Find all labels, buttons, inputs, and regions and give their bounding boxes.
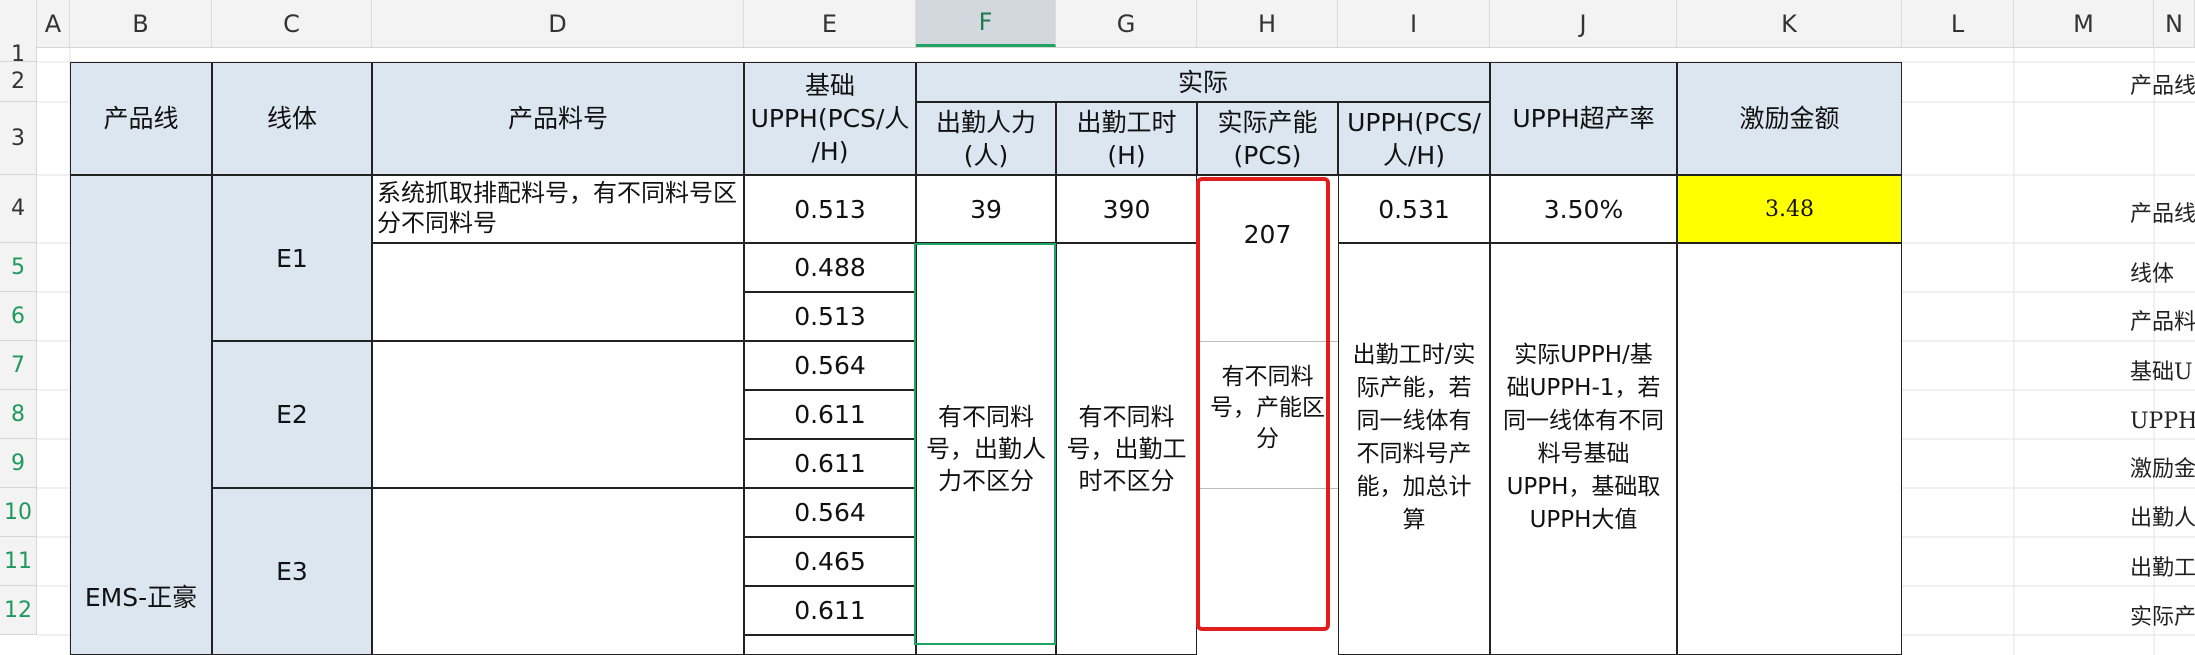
base-upph-value[interactable]: 0.611 — [744, 586, 916, 635]
base-upph-value[interactable]: 0.564 — [744, 488, 916, 537]
line-cell-e1[interactable]: E1 — [212, 175, 372, 341]
right-label[interactable]: 实际产 — [2130, 599, 2195, 631]
column-header-g[interactable]: G — [1056, 0, 1197, 47]
header-attend-staff[interactable]: 出勤人力 (人) — [916, 102, 1056, 175]
right-label[interactable]: 出勤工 — [2130, 550, 2195, 582]
header-incentive[interactable]: 激励金额 — [1677, 62, 1902, 175]
column-header-l[interactable]: L — [1902, 0, 2014, 47]
header-line-body[interactable]: 线体 — [212, 62, 372, 175]
column-header-f[interactable]: F — [916, 0, 1056, 47]
row-header-8[interactable]: 8 — [0, 390, 37, 439]
column-header-e[interactable]: E — [744, 0, 916, 47]
line-cell-e2[interactable]: E2 — [212, 341, 372, 488]
note-attend-hours[interactable]: 有不同料 号，出勤工 时不区分 — [1056, 243, 1197, 655]
base-upph-value[interactable]: 0.564 — [744, 341, 916, 390]
base-upph-empty[interactable] — [744, 635, 916, 655]
row-header-5[interactable]: 5 — [0, 243, 37, 292]
right-label[interactable]: 线体 — [2130, 256, 2195, 288]
right-label[interactable]: 激励金 — [2130, 451, 2195, 483]
note-upph-over-rate[interactable]: 实际UPPH/基 础UPPH-1，若 同一线体有不同 料号基础 UPPH，基础取… — [1490, 243, 1677, 655]
line-cell-e3[interactable]: E3 — [212, 488, 372, 655]
over-rate-value[interactable]: 3.50% — [1490, 175, 1677, 243]
row-header-2[interactable]: 2 — [0, 62, 37, 102]
base-upph-value[interactable]: 0.465 — [744, 537, 916, 586]
upph-actual-value[interactable]: 0.531 — [1338, 175, 1490, 243]
select-all-corner[interactable] — [0, 0, 37, 47]
row-header-7[interactable]: 7 — [0, 341, 37, 390]
column-header-i[interactable]: I — [1338, 0, 1490, 47]
header-actual-capacity[interactable]: 实际产能 (PCS) — [1197, 102, 1338, 175]
column-header-k[interactable]: K — [1677, 0, 1902, 47]
note-attend-staff[interactable]: 有不同料 号，出勤人 力不区分 — [916, 243, 1056, 655]
capacity-value-207[interactable]: 207 — [1197, 175, 1338, 341]
base-upph-value[interactable]: 0.513 — [744, 292, 916, 341]
base-upph-value[interactable]: 0.488 — [744, 243, 916, 292]
header-product-line[interactable]: 产品线 — [70, 62, 212, 175]
row-header-11[interactable]: 11 — [0, 537, 37, 586]
header-attend-hours[interactable]: 出勤工时 (H) — [1056, 102, 1197, 175]
column-header-d[interactable]: D — [372, 0, 744, 47]
row-header-4[interactable]: 4 — [0, 175, 37, 243]
right-label[interactable]: UPPH超 — [2130, 403, 2195, 435]
header-upph-over-rate[interactable]: UPPH超产率 — [1490, 62, 1677, 175]
attend-hours-value[interactable]: 390 — [1056, 175, 1197, 243]
right-label[interactable]: 产品料 — [2130, 304, 2195, 336]
part-note-cell[interactable]: 系统抓取排配料号，有不同料号区分不同料号 — [372, 175, 744, 243]
column-header-c[interactable]: C — [212, 0, 372, 47]
column-header-h[interactable]: H — [1197, 0, 1338, 47]
capacity-empty-cell[interactable] — [1197, 488, 1338, 635]
note-capacity[interactable]: 有不同料 号，产能区 分 — [1197, 341, 1338, 488]
right-label[interactable]: 产品线 — [2130, 68, 2195, 100]
header-part-number[interactable]: 产品料号 — [372, 62, 744, 175]
incentive-value[interactable]: 3.48 — [1677, 175, 1902, 243]
incentive-empty-cell[interactable] — [1677, 243, 1902, 655]
part-cell-empty-1[interactable] — [372, 243, 744, 341]
base-upph-value[interactable]: 0.611 — [744, 390, 916, 439]
base-upph-value[interactable]: 0.513 — [744, 175, 916, 243]
header-upph-actual[interactable]: UPPH(PCS/ 人/H) — [1338, 102, 1490, 175]
row-header-3[interactable]: 3 — [0, 102, 37, 175]
row-header-6[interactable]: 6 — [0, 292, 37, 341]
column-header-j[interactable]: J — [1490, 0, 1677, 47]
header-base-upph[interactable]: 基础 UPPH(PCS/人 /H) — [744, 62, 916, 175]
row-header-12[interactable]: 12 — [0, 586, 37, 635]
right-label[interactable]: 产品线 — [2130, 196, 2195, 228]
header-actual-group[interactable]: 实际 — [916, 62, 1490, 102]
column-header-m[interactable]: M — [2014, 0, 2154, 47]
part-cell-empty-3[interactable] — [372, 488, 744, 655]
part-cell-empty-2[interactable] — [372, 341, 744, 488]
row-header-9[interactable]: 9 — [0, 439, 37, 488]
attend-staff-value[interactable]: 39 — [916, 175, 1056, 243]
product-line-cell[interactable]: EMS-正豪 — [70, 175, 212, 655]
column-header-b[interactable]: B — [70, 0, 212, 47]
row-header-1[interactable]: 1 — [0, 42, 37, 67]
right-label[interactable]: 出勤人 — [2130, 500, 2195, 532]
note-upph-actual[interactable]: 出勤工时/实 际产能，若 同一线体有 不同料号产 能，加总计 算 — [1338, 243, 1490, 655]
right-label[interactable]: 基础U — [2130, 354, 2195, 386]
column-header-a[interactable]: A — [37, 0, 70, 47]
row-header-10[interactable]: 10 — [0, 488, 37, 537]
column-header-n[interactable]: N — [2154, 0, 2195, 47]
base-upph-value[interactable]: 0.611 — [744, 439, 916, 488]
column-header-bar: A B C D E F G H I J K L M N — [0, 0, 2195, 48]
